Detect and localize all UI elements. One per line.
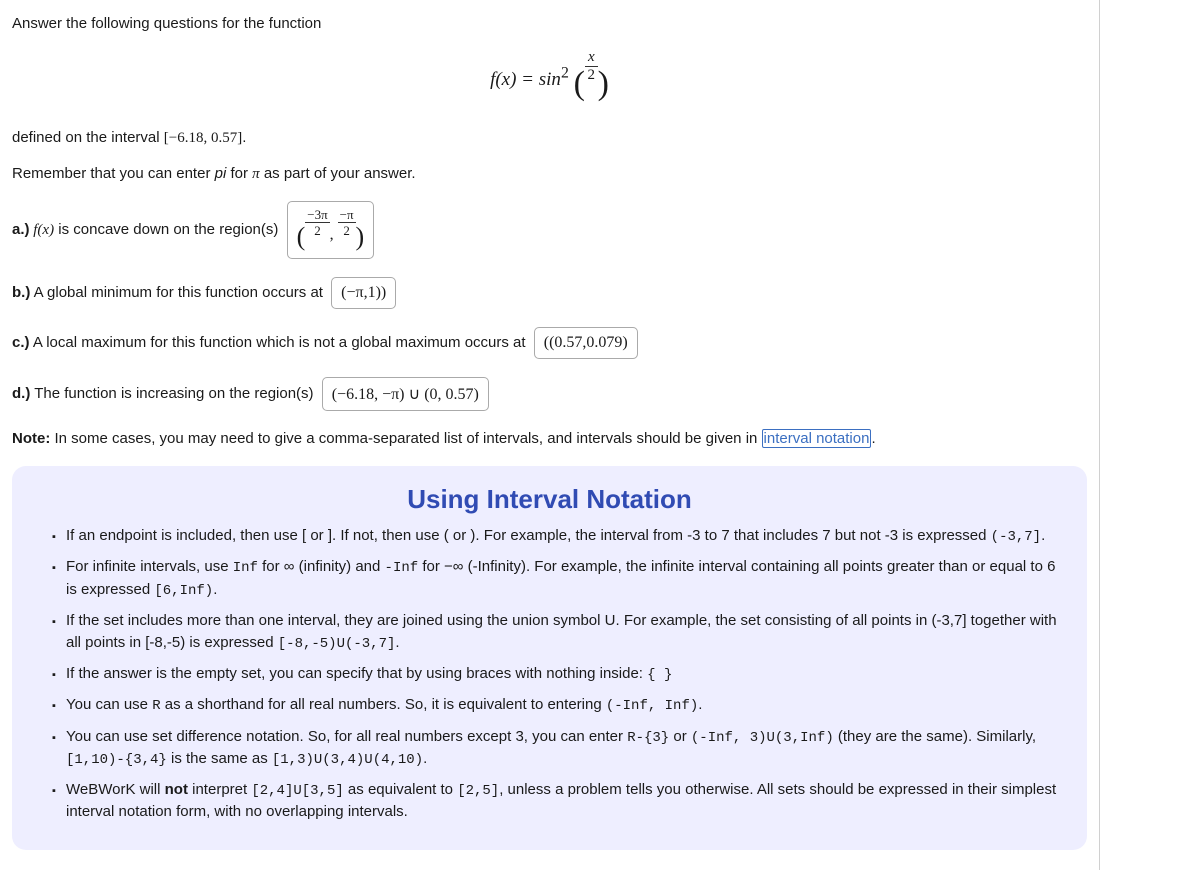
question-b: b.) A global minimum for this function o… [12,277,1087,309]
panel-bullet-5: You can use R as a shorthand for all rea… [62,694,1065,716]
question-c: c.) A local maximum for this function wh… [12,327,1087,359]
intro-text: Answer the following questions for the f… [12,15,1087,32]
panel-bullet-3: If the set includes more than one interv… [62,610,1065,654]
remember-note: Remember that you can enter pi for π as … [12,165,1087,183]
question-a: a.) f(x) is concave down on the region(s… [12,201,1087,259]
answer-input-d[interactable]: (−6.18, −π) ∪ (0, 0.57) [322,377,489,411]
panel-heading: Using Interval Notation [34,484,1065,515]
panel-bullet-2: For infinite intervals, use Inf for ∞ (i… [62,556,1065,601]
answer-input-c[interactable]: ((0.57,0.079) [534,327,638,359]
function-formula: f(x) = sin2 (x2) [12,50,1087,103]
defined-interval: defined on the interval [−6.18, 0.57]. [12,129,1087,147]
interval-notation-link[interactable]: interval notation [762,429,872,448]
panel-bullet-6: You can use set difference notation. So,… [62,726,1065,771]
answer-input-a[interactable]: (−3π2, −π2) [287,201,375,259]
interval-notation-panel: Using Interval Notation If an endpoint i… [12,466,1087,850]
panel-bullet-1: If an endpoint is included, then use [ o… [62,525,1065,547]
problem-page: Answer the following questions for the f… [0,0,1100,870]
note-line: Note: In some cases, you may need to giv… [12,429,1087,448]
answer-input-b[interactable]: (−π,1)) [331,277,396,309]
question-d: d.) The function is increasing on the re… [12,377,1087,411]
panel-list: If an endpoint is included, then use [ o… [34,525,1065,823]
panel-bullet-7: WeBWorK will not interpret [2,4]U[3,5] a… [62,779,1065,823]
panel-bullet-4: If the answer is the empty set, you can … [62,663,1065,685]
